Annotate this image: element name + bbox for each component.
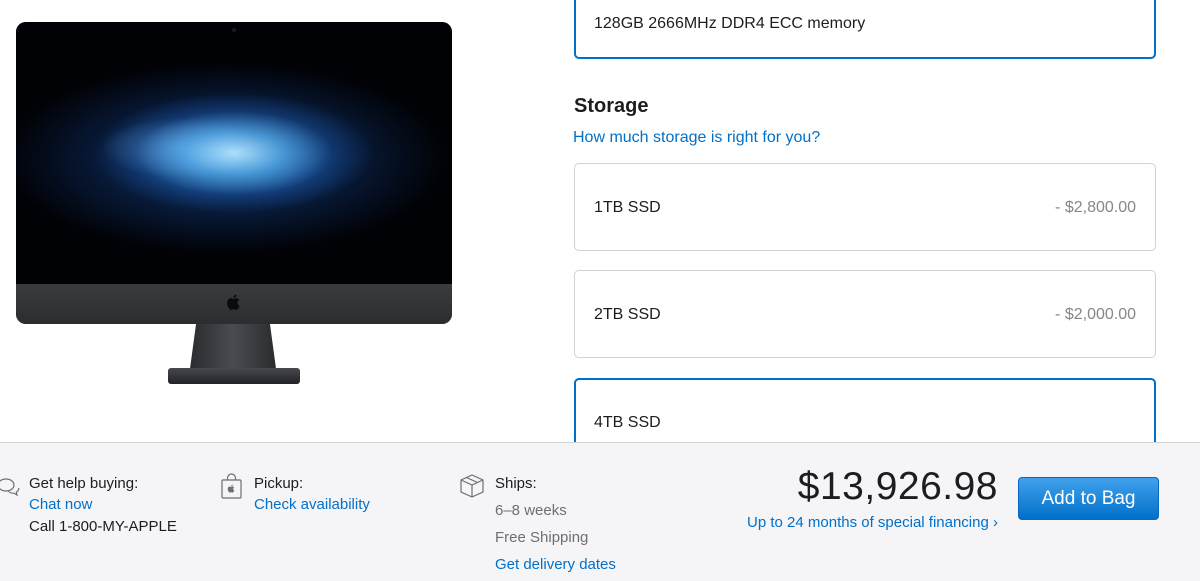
chat-bubbles-icon [0,478,20,497]
financing-label: Up to 24 months of special financing [747,514,989,531]
shopping-bag-icon [221,473,242,499]
help-title: Get help buying: [29,475,139,492]
imac-screen [16,22,452,324]
delivery-dates-link[interactable]: Get delivery dates [495,556,616,573]
ship-time: 6–8 weeks [495,502,567,519]
storage-section-title: Storage [574,95,649,117]
storage-option-label: 1TB SSD [594,199,661,216]
storage-help-link[interactable]: How much storage is right for you? [573,129,820,147]
total-price: $13,926.98 [797,465,998,508]
storage-option-price: - $2,000.00 [1055,306,1136,323]
memory-option-label: 128GB 2666MHz DDR4 ECC memory [594,15,866,32]
check-availability-link[interactable]: Check availability [254,496,370,513]
imac-stand-foot [168,368,300,384]
camera [232,28,236,32]
phone-number: Call 1-800-MY-APPLE [29,518,177,535]
storage-option-1tb[interactable]: 1TB SSD - $2,800.00 [574,163,1156,251]
add-to-bag-button[interactable]: Add to Bag [1018,477,1159,520]
apple-logo-icon [227,294,240,310]
storage-option-2tb[interactable]: 2TB SSD - $2,000.00 [574,270,1156,358]
memory-option-selected[interactable]: 128GB 2666MHz DDR4 ECC memory [574,0,1156,59]
financing-link[interactable]: Up to 24 months of special financing › [747,514,998,531]
wallpaper-nebula [16,22,452,284]
chevron-right-icon: › [993,514,998,531]
storage-option-label: 4TB SSD [594,414,661,431]
free-shipping: Free Shipping [495,529,589,546]
box-icon [460,474,484,498]
purchase-footer-bar: Get help buying: Chat now Call 1-800-MY-… [0,442,1200,581]
storage-option-price: - $2,800.00 [1055,199,1136,216]
product-image-imac-pro [16,22,452,387]
ships-title: Ships: [495,475,537,492]
storage-option-label: 2TB SSD [594,306,661,323]
chat-now-link[interactable]: Chat now [29,496,92,513]
pickup-title: Pickup: [254,475,304,492]
